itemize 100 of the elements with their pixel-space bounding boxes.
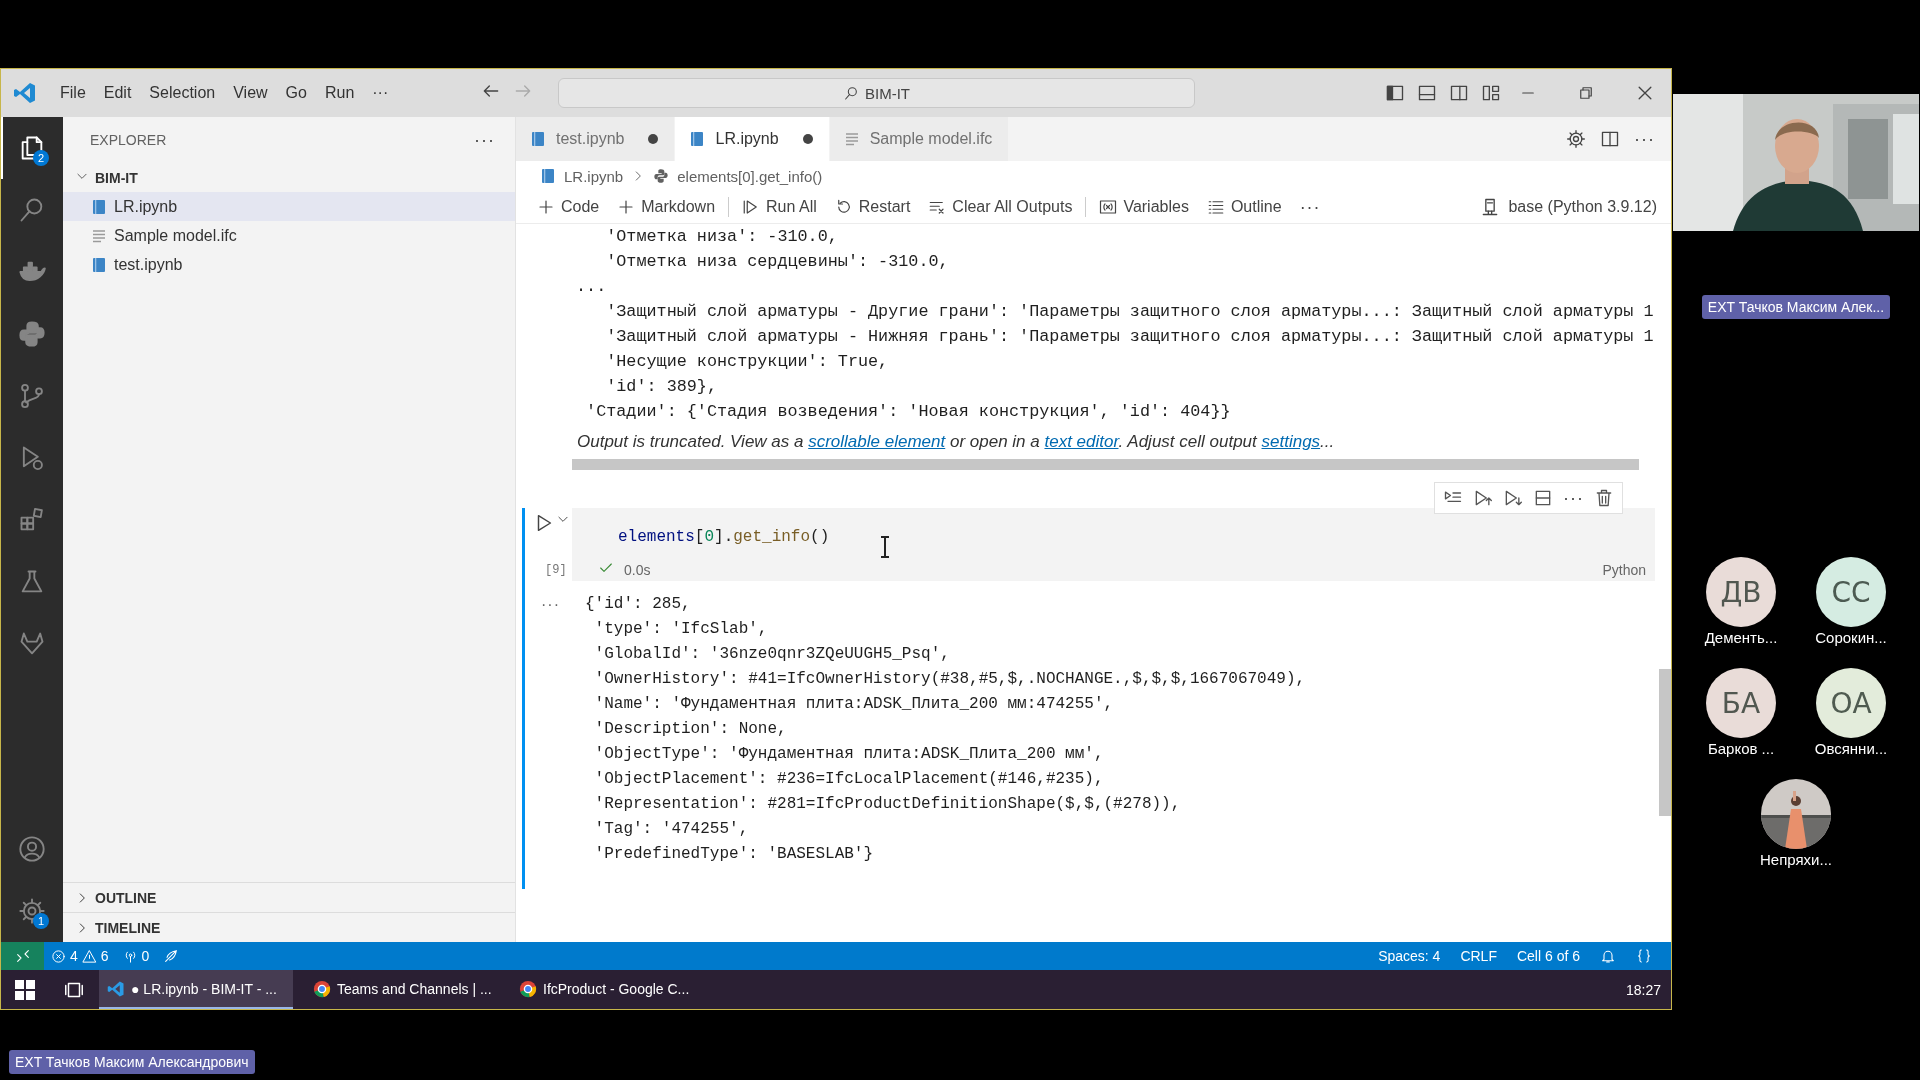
windows-start-icon[interactable] — [15, 979, 35, 1000]
count-badge: 1 — [33, 913, 49, 929]
status-item[interactable]: CRLF — [1453, 948, 1504, 964]
secondary-sidebar-icon[interactable] — [1449, 83, 1469, 103]
scrollbar[interactable] — [572, 459, 1639, 470]
link[interactable]: text editor — [1044, 432, 1119, 451]
menu-item[interactable]: Go — [276, 80, 316, 106]
toolbar-button[interactable]: Code — [528, 195, 609, 219]
file-row[interactable]: Sample model.ifc — [63, 221, 515, 250]
code-cell[interactable]: elements[0].get_info() 0.0s Python — [572, 508, 1655, 581]
toolbar-button[interactable]: Clear All Outputs — [919, 195, 1082, 219]
search-icon — [843, 85, 859, 101]
warning-icon — [81, 948, 97, 964]
menu-item[interactable]: Edit — [94, 80, 141, 106]
output-line: 'ObjectType': 'Фундаментная плита:ADSK_Плита_200 мм', — [593, 744, 1105, 765]
logo-icon — [107, 979, 125, 998]
account-icon[interactable] — [18, 835, 46, 863]
taskbar-item[interactable]: Teams and Channels | ... — [305, 970, 499, 1009]
toolbar-button[interactable]: Outline — [1197, 195, 1291, 219]
editor-tab[interactable]: Sample model.ifc — [829, 117, 1010, 161]
menu-item[interactable]: View — [224, 80, 277, 106]
output-line: 'Защитный слой арматуры - Нижняя грань': 'Параметры защитного слоя арматуры...: Защитный слой арматуры 1 — [605, 326, 1655, 348]
output-line: 'type': 'IfcSlab', — [593, 619, 769, 640]
output-line: 'Name': 'Фундаментная плита:ADSK_Плита_200 мм:474255', — [593, 694, 1115, 715]
output-line: 'Несущие конструкции': True, — [605, 351, 890, 373]
command-center[interactable]: BIM-IT — [558, 78, 1195, 108]
participant-name: Дементь... — [1704, 629, 1778, 646]
breadcrumb-item[interactable]: LR.ipynb — [564, 167, 624, 185]
output-menu[interactable]: ··· — [541, 596, 560, 613]
settings-icon[interactable] — [1566, 129, 1586, 149]
count-badge: 2 — [33, 150, 49, 166]
name-label: EXT Тачков Максим Александрович — [9, 1050, 255, 1074]
link[interactable]: settings — [1261, 432, 1321, 451]
file-row[interactable]: LR.ipynb — [63, 192, 515, 221]
status-item[interactable]: Cell 6 of 6 — [1509, 948, 1587, 964]
sync-off-icon[interactable] — [163, 948, 180, 964]
run-below-icon[interactable] — [1503, 488, 1523, 508]
editor-tab[interactable]: LR.ipynb — [675, 117, 830, 161]
avatar: ОА — [1816, 668, 1886, 738]
clock: 18:27 — [1625, 981, 1661, 998]
browser-icon — [313, 979, 331, 998]
output-line: 'Description': None, — [593, 719, 788, 740]
status-item[interactable]: Spaces: 4 — [1371, 948, 1448, 964]
list-icon — [1206, 198, 1225, 216]
notebook-icon — [91, 198, 107, 215]
output-line: 'PredefinedType': 'BASESLAB'} — [593, 844, 875, 865]
bell-icon[interactable] — [1600, 948, 1616, 964]
restore-icon[interactable] — [1577, 84, 1595, 102]
taskbar-item[interactable]: IfcProduct - Google C... — [511, 970, 705, 1009]
branch-icon[interactable] — [18, 382, 46, 410]
more-button[interactable]: ··· — [363, 80, 398, 106]
participant-name: Овсянни... — [1814, 740, 1888, 757]
folder-row[interactable]: BIM-IT — [63, 163, 515, 192]
scrollbar[interactable] — [1659, 669, 1671, 816]
breadcrumb-item[interactable]: elements[0].get_info() — [677, 167, 823, 185]
remote-icon[interactable] — [14, 948, 31, 964]
sidebar-toggle-icon[interactable] — [1385, 83, 1405, 103]
layout-icon[interactable] — [1481, 83, 1501, 103]
toolbar-button[interactable]: Run All — [733, 195, 826, 219]
execution-time: 0.0s — [624, 561, 651, 578]
participant-name: Сорокин... — [1815, 629, 1887, 646]
run-above-icon[interactable] — [1473, 488, 1493, 508]
toolbar-button[interactable]: Variables — [1090, 195, 1198, 219]
delete-icon[interactable] — [1594, 488, 1614, 508]
menu-item[interactable]: File — [51, 80, 95, 106]
braces-icon[interactable] — [1636, 948, 1652, 964]
split-editor-icon[interactable] — [1600, 129, 1620, 149]
more-button[interactable]: ··· — [1634, 128, 1655, 150]
toolbar-button[interactable]: Restart — [825, 195, 920, 219]
python-icon[interactable] — [18, 320, 46, 348]
text-file-icon — [843, 131, 860, 147]
output-line: 'Защитный слой арматуры - Другие грани': 'Параметры защитного слоя арматуры...: Защитный слой арматуры 1 — [605, 301, 1655, 323]
link[interactable]: scrollable element — [808, 432, 946, 451]
menu-item[interactable]: Selection — [140, 80, 225, 106]
taskbar-item[interactable]: ● LR.ipynb - BIM-IT - ... — [99, 970, 293, 1009]
language-label[interactable]: Python — [1602, 561, 1646, 578]
toolbar-button[interactable]: Markdown — [608, 195, 725, 219]
menu-item[interactable]: Run — [315, 80, 364, 106]
name-label: EXT Тачков Максим Алек... — [1701, 295, 1891, 319]
settings-icon[interactable] — [18, 897, 46, 925]
problems-indicator[interactable]: 4 6 — [44, 948, 116, 964]
sidebar-title: EXPLORER — [90, 132, 167, 148]
output-line: 'GlobalId': '36nze0qnr3ZQeUUGH5_Psq', — [593, 644, 951, 665]
output-line: 'id': 389}, — [605, 376, 718, 398]
panel-toggle-icon[interactable] — [1417, 83, 1437, 103]
error-icon — [51, 948, 66, 964]
section-header[interactable]: OUTLINE — [63, 882, 515, 912]
more-button[interactable]: ··· — [474, 129, 495, 151]
ports-indicator[interactable]: 0 — [115, 948, 157, 964]
participant-name: Барков ... — [1707, 740, 1775, 757]
antenna-icon — [122, 948, 138, 964]
editor-tab[interactable]: test.ipynb — [516, 117, 676, 161]
file-row[interactable]: test.ipynb — [63, 250, 515, 279]
notebook-icon — [540, 168, 556, 184]
split-cell-icon[interactable] — [1533, 488, 1553, 508]
kernel-picker[interactable]: base (Python 3.9.12) — [1480, 197, 1657, 217]
more-button[interactable]: ··· — [1563, 487, 1584, 509]
more-button[interactable]: ··· — [1290, 193, 1330, 221]
output-line: 'Отметка низа': -310.0, — [605, 226, 839, 248]
avatar: БА — [1706, 668, 1776, 738]
